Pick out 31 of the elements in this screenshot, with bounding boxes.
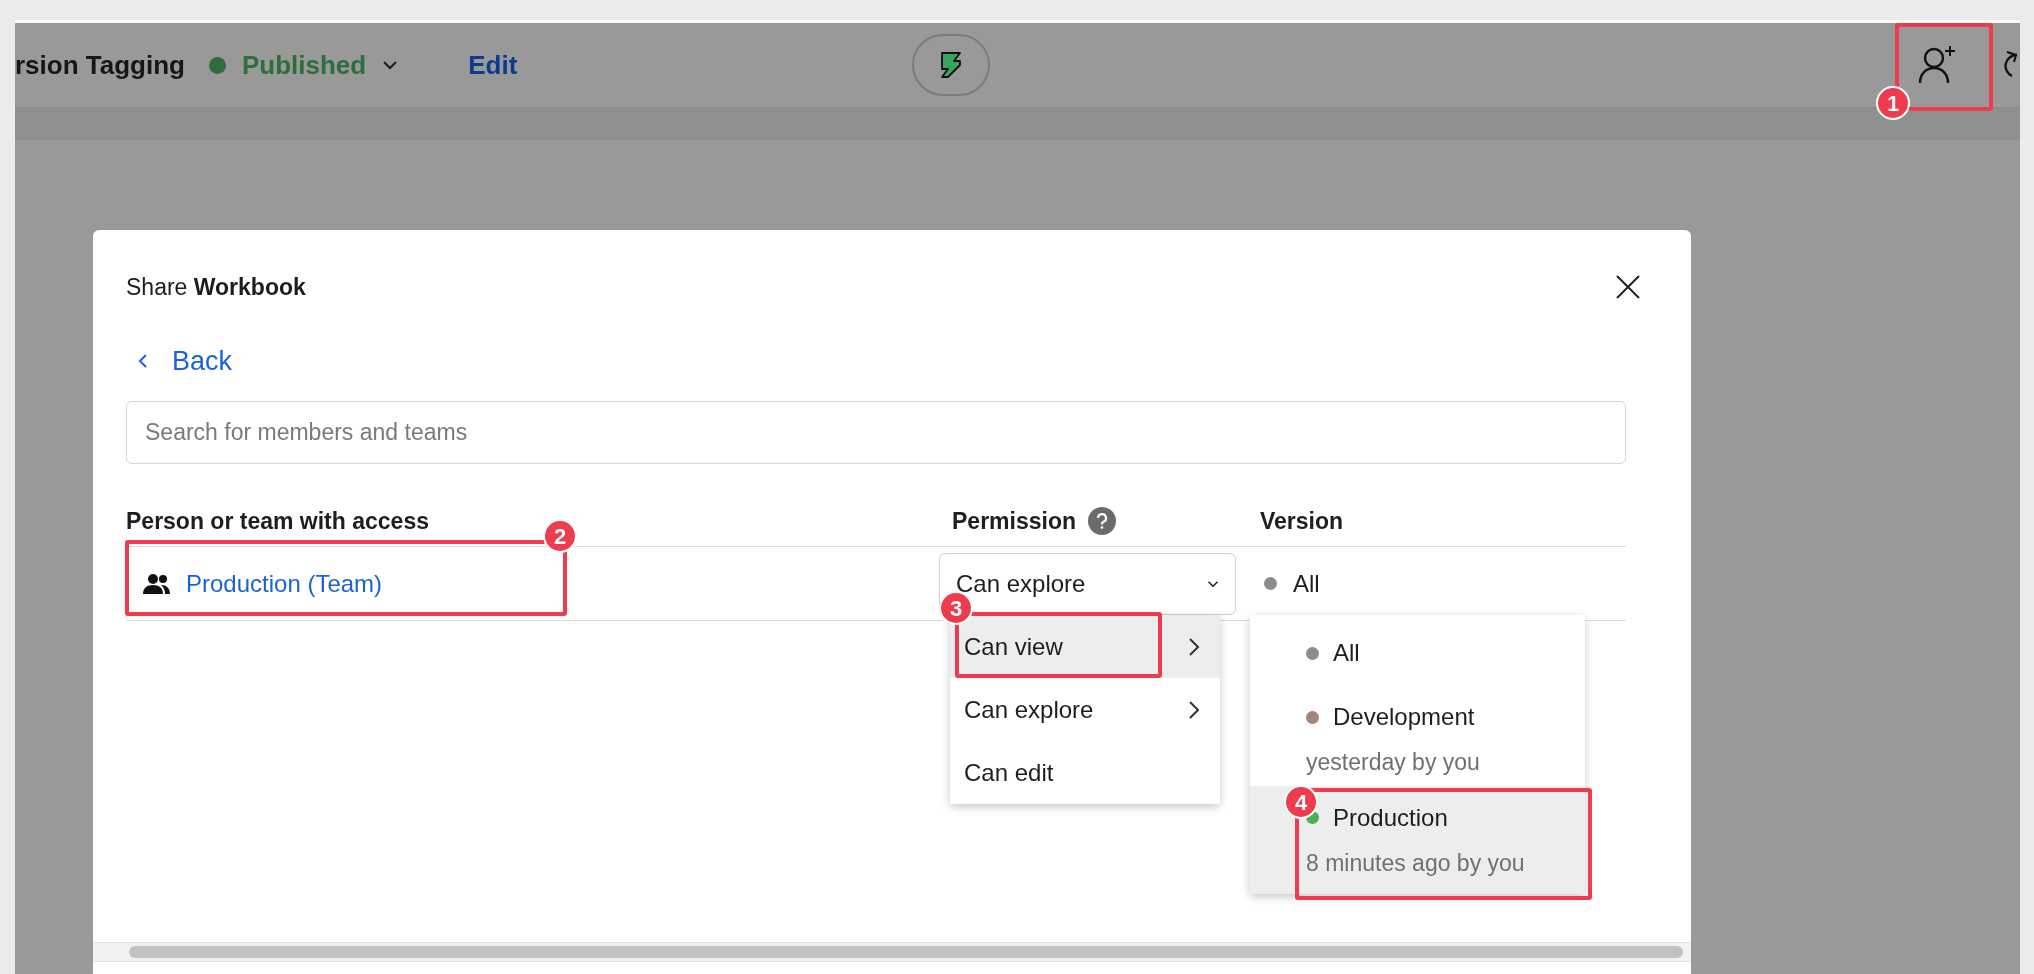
column-header: Permission xyxy=(952,506,1076,536)
search-field[interactable]: Search for members and teams xyxy=(126,401,1626,464)
callout-badge: 1 xyxy=(1876,86,1910,120)
team-link[interactable]: Production (Team) xyxy=(186,565,383,602)
option-label: Production xyxy=(1333,802,1448,833)
chevron-down-icon xyxy=(1207,579,1219,588)
callout-badge: 2 xyxy=(543,519,577,553)
help-icon[interactable] xyxy=(1088,507,1116,535)
option-label: All xyxy=(1333,638,1360,668)
chevron-down-icon xyxy=(382,60,399,70)
scrollbar-thumb[interactable] xyxy=(129,946,1683,958)
workbook-title: rsion Tagging xyxy=(15,48,185,82)
version-label: All xyxy=(1293,568,1320,599)
team-icon xyxy=(142,572,172,595)
option-label: Development xyxy=(1333,702,1475,732)
close-icon[interactable] xyxy=(1615,274,1641,301)
chevron-left-icon xyxy=(138,352,148,369)
column-header: Version xyxy=(1260,506,1344,536)
chevron-right-icon xyxy=(1188,699,1200,720)
menu-item[interactable]: Can edit xyxy=(950,741,1220,804)
dialog-title: Share Workbook xyxy=(126,273,306,302)
logo-button[interactable] xyxy=(912,34,991,96)
column-header: Person or team with access xyxy=(126,507,429,534)
chevron-right-icon xyxy=(1188,636,1200,657)
version-option[interactable]: Development yesterday by you xyxy=(1250,685,1585,786)
edit-link[interactable]: Edit xyxy=(468,45,518,85)
back-link[interactable]: Back xyxy=(172,340,233,381)
option-meta: 8 minutes ago by you xyxy=(1306,848,1526,878)
version-option[interactable]: All xyxy=(1250,615,1585,685)
option-meta: yesterday by you xyxy=(1306,748,1481,777)
menu-item[interactable]: Can explore xyxy=(950,678,1220,741)
